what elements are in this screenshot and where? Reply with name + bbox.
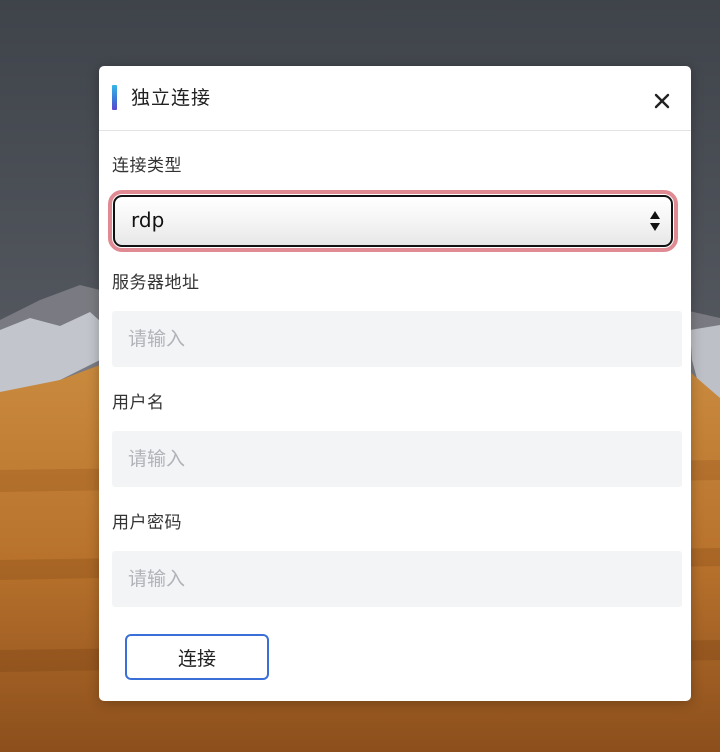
connection-type-select-box[interactable]: rdp (113, 195, 673, 247)
close-icon[interactable] (652, 91, 672, 111)
connect-button[interactable]: 连接 (125, 634, 269, 680)
server-address-label: 服务器地址 (112, 273, 200, 293)
connection-type-value: rdp (131, 208, 165, 232)
username-label: 用户名 (112, 393, 165, 413)
select-updown-arrows-icon (650, 211, 660, 231)
server-address-input[interactable] (112, 311, 682, 367)
username-input[interactable] (112, 431, 682, 487)
password-label: 用户密码 (112, 513, 182, 533)
dialog-title: 独立连接 (131, 87, 212, 109)
password-input[interactable] (112, 551, 682, 607)
connection-type-select[interactable]: rdp (108, 190, 678, 252)
dialog-header: 独立连接 (99, 66, 691, 131)
connection-type-label: 连接类型 (112, 156, 182, 176)
standalone-connection-dialog: 独立连接 连接类型 rdp 服务器地址 用户名 用户密码 连接 (99, 66, 691, 701)
title-accent-bar (112, 85, 117, 110)
